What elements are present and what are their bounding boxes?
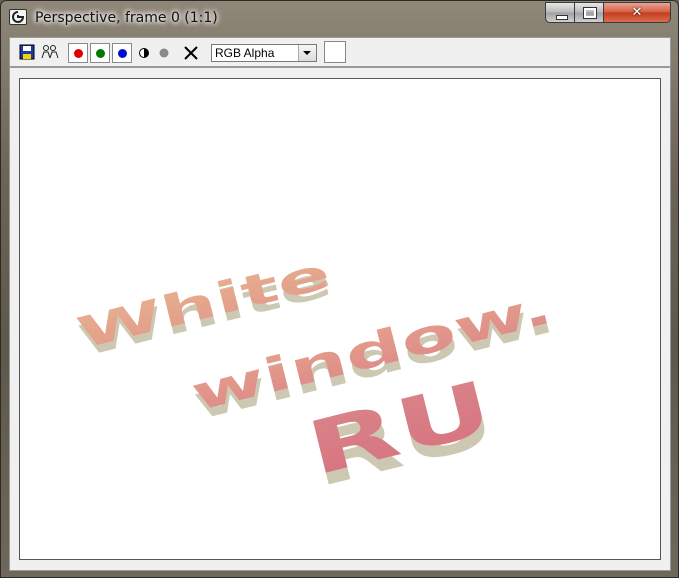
channel-display-value: RGB Alpha xyxy=(215,46,275,60)
channel-display-select[interactable]: RGB Alpha xyxy=(211,44,317,62)
monochrome-toggle[interactable] xyxy=(158,44,170,62)
maximize-button[interactable] xyxy=(574,2,604,23)
alpha-channel-toggle[interactable] xyxy=(138,44,150,62)
green-channel-icon xyxy=(96,49,105,58)
render-viewport: White White window. window. RU RU xyxy=(19,78,661,560)
blue-channel-icon xyxy=(118,49,127,58)
monochrome-icon xyxy=(159,48,169,58)
pixel-color-swatch[interactable] xyxy=(324,41,346,63)
alpha-channel-icon xyxy=(139,48,149,58)
green-channel-toggle[interactable] xyxy=(90,43,110,63)
minimize-icon xyxy=(556,15,568,20)
close-button[interactable]: ✕ xyxy=(603,2,671,23)
rendered-3d-text: White White window. window. RU RU xyxy=(72,248,560,504)
app-icon xyxy=(9,9,27,25)
render-frame-window: Perspective, frame 0 (1:1) ✕ RGB Alpha W… xyxy=(0,0,679,578)
clone-frame-window-button[interactable] xyxy=(41,44,59,62)
save-image-button[interactable] xyxy=(19,44,35,62)
clone-icon xyxy=(41,45,59,59)
minimize-button[interactable] xyxy=(545,2,575,23)
render-toolbar: RGB Alpha xyxy=(9,37,671,67)
red-channel-icon xyxy=(74,49,83,58)
clear-x-icon xyxy=(184,46,198,60)
clear-button[interactable] xyxy=(183,44,199,62)
maximize-icon xyxy=(583,7,597,19)
title-bar[interactable]: Perspective, frame 0 (1:1) ✕ xyxy=(1,1,678,35)
chevron-down-icon[interactable] xyxy=(298,45,316,61)
save-icon xyxy=(19,44,35,60)
window-title: Perspective, frame 0 (1:1) xyxy=(35,10,218,26)
blue-channel-toggle[interactable] xyxy=(112,43,132,63)
close-icon: ✕ xyxy=(631,5,643,20)
red-channel-toggle[interactable] xyxy=(68,43,88,63)
